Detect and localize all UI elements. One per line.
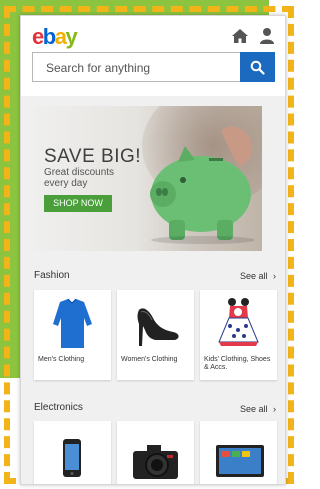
category-card-mens-clothing[interactable]: Men's Clothing <box>34 290 111 380</box>
see-all-label: See all <box>240 404 268 414</box>
see-all-fashion-link[interactable]: See all › <box>240 271 276 281</box>
search-icon <box>250 60 265 75</box>
category-card-kids-clothing[interactable]: Kids' Clothing, Shoes & Accs. <box>200 290 277 380</box>
promo-banner[interactable]: SAVE BIG! Great discounts every day SHOP… <box>33 106 262 251</box>
shop-now-button[interactable]: SHOP NOW <box>44 195 112 212</box>
category-card-tablets[interactable] <box>200 421 277 484</box>
section-title-electronics: Electronics <box>34 402 83 413</box>
logo-letter-e: e <box>32 24 44 49</box>
logo-letter-y: y <box>65 24 77 49</box>
banner-title: SAVE BIG! <box>44 146 142 167</box>
home-icon[interactable] <box>231 28 249 44</box>
search-button[interactable] <box>240 52 275 82</box>
category-card-womens-clothing[interactable]: Women's Clothing <box>117 290 194 380</box>
mens-shirt-image <box>53 298 92 348</box>
user-icon[interactable] <box>259 27 275 44</box>
camera-image <box>133 445 178 479</box>
category-card-cameras[interactable] <box>117 421 194 484</box>
header-bar: ebay Search for anything <box>21 16 285 96</box>
search-input[interactable]: Search for anything <box>32 52 240 82</box>
section-title-fashion: Fashion <box>34 270 70 281</box>
smartphone-image <box>63 439 81 477</box>
search-placeholder: Search for anything <box>46 61 151 75</box>
chevron-right-icon: › <box>273 271 277 281</box>
main-content: SAVE BIG! Great discounts every day SHOP… <box>21 96 285 484</box>
category-card-cell-phones[interactable] <box>34 421 111 484</box>
logo-letter-b: b <box>42 24 56 49</box>
piggy-bank-image <box>150 126 255 244</box>
banner-subtitle: Great discounts every day <box>44 167 115 189</box>
ebay-logo[interactable]: ebay <box>32 24 78 50</box>
tablet-image <box>216 445 264 477</box>
phone-screen: ebay Search for anything SAVE BIG! Great… <box>20 15 286 485</box>
card-label: Women's Clothing <box>121 356 178 363</box>
chevron-right-icon: › <box>273 404 277 414</box>
card-label: Kids' Clothing, Shoes & Accs. <box>204 356 271 371</box>
high-heel-shoe-image <box>137 308 179 346</box>
see-all-label: See all <box>240 271 268 281</box>
card-label: Men's Clothing <box>38 356 85 363</box>
kids-dress-image <box>218 298 259 346</box>
logo-letter-a: a <box>54 24 67 49</box>
see-all-electronics-link[interactable]: See all › <box>240 404 276 414</box>
